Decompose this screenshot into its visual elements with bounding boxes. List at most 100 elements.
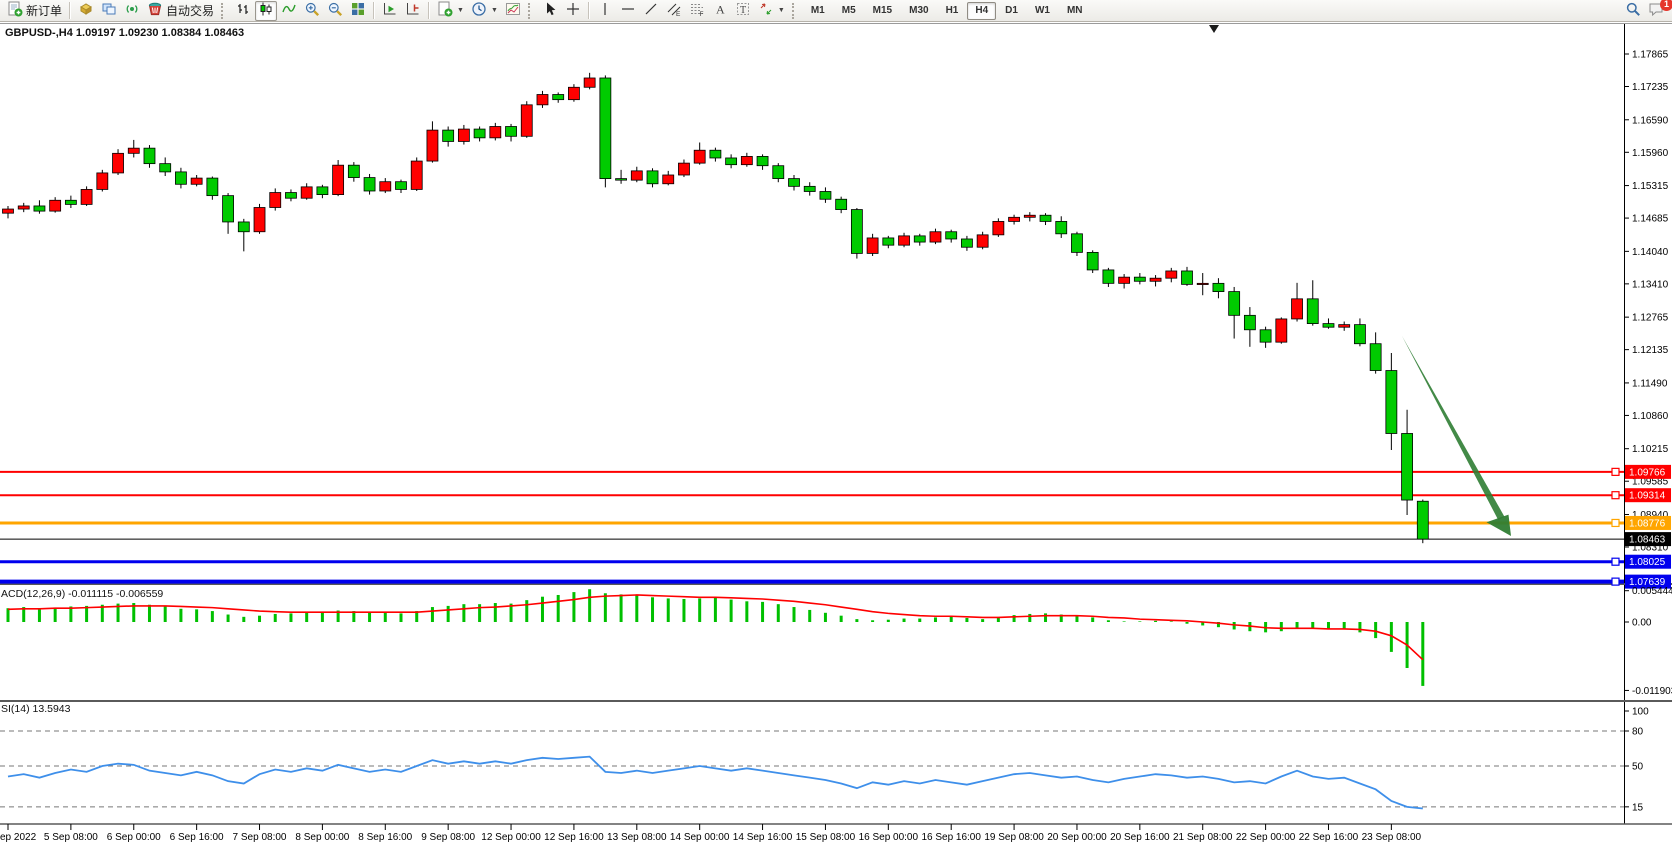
- auto-trading-icon: [147, 1, 163, 20]
- date-label: 16 Sep 16:00: [921, 832, 981, 843]
- dropdown-caret: ▼: [457, 7, 464, 14]
- macd-axis-label: 0.005444: [1632, 586, 1672, 597]
- zoom-out-button[interactable]: [324, 1, 346, 21]
- price-tick-label: 1.14685: [1632, 214, 1669, 225]
- crosshair-button[interactable]: [562, 1, 584, 21]
- candle-body: [521, 105, 532, 136]
- text-button[interactable]: A: [709, 1, 731, 21]
- candle-body: [568, 87, 579, 99]
- toolbar-separator: [428, 2, 430, 19]
- new-order-button[interactable]: 新订单: [4, 1, 65, 21]
- candle-body: [1119, 277, 1130, 283]
- cursor-button[interactable]: [539, 1, 561, 21]
- search-button[interactable]: [1622, 1, 1644, 21]
- period-button[interactable]: ▼: [468, 1, 501, 21]
- line-anchor-handle: [1612, 558, 1619, 565]
- horizontal-line-icon: [620, 1, 636, 20]
- price-tick-label: 1.17235: [1632, 82, 1669, 93]
- candle-body: [1229, 292, 1240, 316]
- new-order-label: 新订单: [26, 2, 62, 19]
- top-marker-icon: [1209, 25, 1219, 33]
- clock-icon: [471, 1, 487, 20]
- candle-body: [396, 182, 407, 190]
- text-label-button[interactable]: T: [732, 1, 754, 21]
- charts-window-button[interactable]: [98, 1, 120, 21]
- candle-body: [851, 210, 862, 254]
- date-label: 23 Sep 08:00: [1362, 832, 1422, 843]
- timeframe-button-m5[interactable]: M5: [834, 2, 864, 20]
- line-anchor-handle: [1612, 519, 1619, 526]
- candle-body: [757, 156, 768, 165]
- candle-body: [899, 236, 910, 245]
- candle-body: [380, 182, 391, 191]
- candle-body: [3, 209, 14, 213]
- price-tick-label: 1.12765: [1632, 313, 1669, 324]
- toolbar-grip: [792, 3, 799, 19]
- auto-trading-button[interactable]: 自动交易: [144, 1, 217, 21]
- rsi-axis-label: 15: [1632, 802, 1644, 813]
- line-chart-button[interactable]: [278, 1, 300, 21]
- trendline-button[interactable]: [640, 1, 662, 21]
- timeframe-button-w1[interactable]: W1: [1027, 2, 1058, 20]
- signal-icon: [124, 1, 140, 20]
- price-tick-label: 1.12135: [1632, 345, 1669, 356]
- auto-scroll-button[interactable]: [379, 1, 401, 21]
- candle-body: [726, 158, 737, 165]
- timeframe-button-h1[interactable]: H1: [938, 2, 967, 20]
- timeframe-button-d1[interactable]: D1: [997, 2, 1026, 20]
- dropdown-caret: ▼: [778, 7, 785, 14]
- candle-body: [474, 129, 485, 138]
- candle-body: [113, 153, 124, 173]
- candle-body: [1307, 299, 1318, 324]
- candle-body: [584, 78, 595, 87]
- candle-body: [789, 179, 800, 187]
- horizontal-line-button[interactable]: [617, 1, 639, 21]
- chart-canvas[interactable]: 1.178651.172351.165901.159601.153151.146…: [0, 0, 1672, 849]
- date-label: 21 Sep 08:00: [1173, 832, 1233, 843]
- rsi-axis-label: 100: [1632, 707, 1649, 718]
- fibonacci-button[interactable]: F: [686, 1, 708, 21]
- candlestick-chart-button[interactable]: [255, 1, 277, 21]
- chart-shift-button[interactable]: [402, 1, 424, 21]
- rsi-indicator-label: SI(14) 13.5943: [1, 703, 70, 715]
- timeframe-button-m30[interactable]: M30: [901, 2, 936, 20]
- arrows-button[interactable]: ▼: [755, 1, 788, 21]
- notification-badge: 1: [1660, 0, 1672, 11]
- add-indicator-button[interactable]: ▼: [434, 1, 467, 21]
- date-label: 8 Sep 00:00: [295, 832, 349, 843]
- timeframe-button-m15[interactable]: M15: [865, 2, 900, 20]
- timeframe-button-h4[interactable]: H4: [967, 2, 996, 20]
- candle-body: [207, 178, 218, 196]
- tile-windows-icon: [350, 1, 366, 20]
- notifications-button[interactable]: 1: [1645, 1, 1668, 21]
- date-label: 20 Sep 16:00: [1110, 832, 1170, 843]
- timeframe-button-m1[interactable]: M1: [803, 2, 833, 20]
- candle-body: [1056, 221, 1067, 233]
- auto-scroll-icon: [382, 1, 398, 20]
- windows-icon: [101, 1, 117, 20]
- candle-body: [537, 95, 548, 105]
- candle-body: [175, 172, 186, 184]
- date-label: 19 Sep 08:00: [984, 832, 1044, 843]
- candle-body: [616, 179, 627, 181]
- price-tick-label: 1.13410: [1632, 279, 1669, 290]
- equidistant-channel-button[interactable]: E: [663, 1, 685, 21]
- text-label-icon: T: [735, 1, 751, 20]
- candle-body: [1244, 315, 1255, 329]
- price-tick-label: 1.11490: [1632, 378, 1668, 389]
- candle-body: [914, 236, 925, 242]
- dropdown-caret: ▼: [491, 7, 498, 14]
- market-watch-button[interactable]: [75, 1, 97, 21]
- zoom-in-button[interactable]: [301, 1, 323, 21]
- candle-body: [1087, 252, 1098, 270]
- timeframe-button-mn[interactable]: MN: [1059, 2, 1091, 20]
- template-button[interactable]: [502, 1, 524, 21]
- date-label: 20 Sep 00:00: [1047, 832, 1107, 843]
- candle-body: [34, 206, 45, 211]
- candle-body: [1292, 299, 1303, 319]
- candle-body: [1134, 277, 1145, 281]
- bar-chart-button[interactable]: [232, 1, 254, 21]
- tile-windows-button[interactable]: [347, 1, 369, 21]
- signal-button[interactable]: [121, 1, 143, 21]
- vertical-line-button[interactable]: [594, 1, 616, 21]
